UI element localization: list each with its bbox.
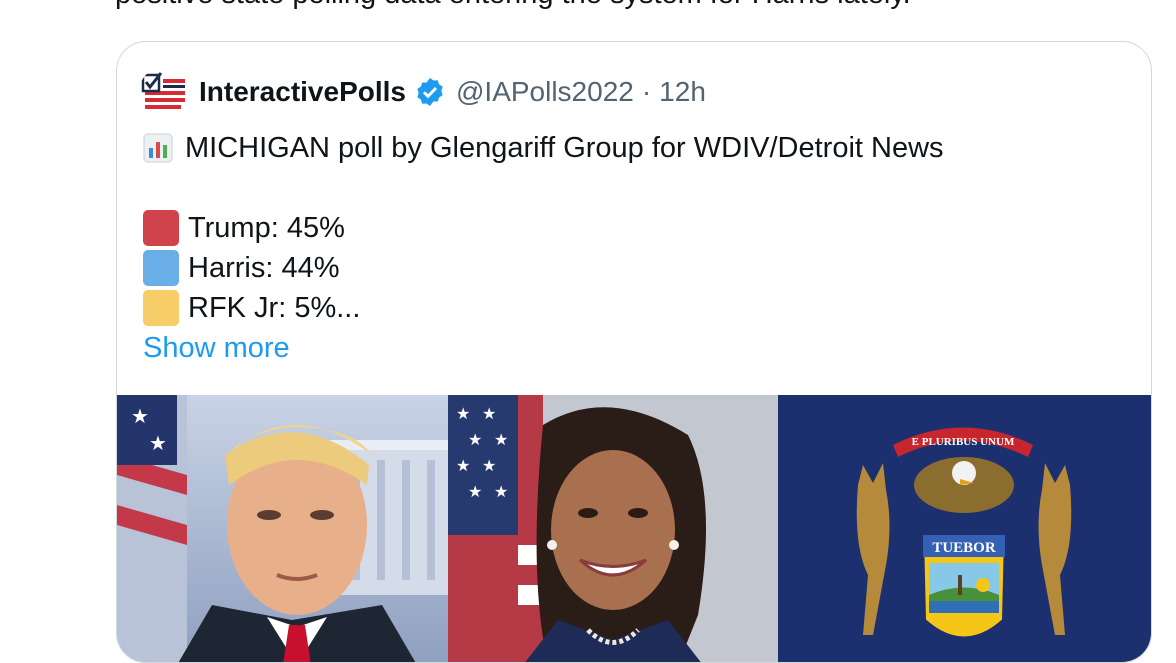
avatar[interactable] bbox=[139, 67, 189, 117]
red-square-icon bbox=[143, 210, 179, 246]
flag-motto: E PLURIBUS UNUM bbox=[912, 436, 1015, 448]
svg-text:★: ★ bbox=[482, 406, 496, 423]
svg-text:★: ★ bbox=[149, 433, 167, 455]
quoted-tweet-body: MICHIGAN poll by Glengariff Group for WD… bbox=[143, 128, 944, 368]
svg-text:★: ★ bbox=[494, 484, 508, 501]
svg-text:★: ★ bbox=[131, 406, 149, 428]
flag-shield-text: TUEBOR bbox=[932, 540, 996, 556]
harris-photo: ★ ★ ★ ★ ★ ★ ★ ★ bbox=[448, 395, 778, 662]
show-more-link[interactable]: Show more bbox=[143, 328, 290, 368]
trump-photo: ★ ★ bbox=[117, 395, 448, 662]
svg-text:★: ★ bbox=[494, 432, 508, 449]
separator-dot: · bbox=[641, 76, 652, 107]
svg-text:★: ★ bbox=[482, 458, 496, 475]
yellow-square-icon bbox=[143, 290, 179, 326]
verified-badge-icon bbox=[414, 76, 446, 108]
poll-headline: MICHIGAN poll by Glengariff Group for WD… bbox=[185, 132, 944, 164]
blue-square-icon bbox=[143, 250, 179, 286]
result-trump: Trump: 45% bbox=[188, 212, 345, 244]
svg-text:★: ★ bbox=[456, 458, 470, 475]
timestamp[interactable]: 12h bbox=[659, 76, 706, 108]
result-rfk: RFK Jr: 5%... bbox=[188, 292, 361, 324]
svg-text:★: ★ bbox=[468, 432, 482, 449]
display-name[interactable]: InteractivePolls bbox=[199, 76, 406, 108]
result-harris: Harris: 44% bbox=[188, 252, 340, 284]
bar-chart-icon bbox=[143, 133, 173, 163]
quoted-tweet-header: InteractivePolls @IAPolls2022 · 12h bbox=[139, 67, 706, 117]
media-image[interactable]: ★ ★ ★ ★ ★ ★ ★ ★ ★ ★ E PLURIBUS UNUM TUEB… bbox=[117, 395, 1151, 662]
handle[interactable]: @IAPolls2022 bbox=[456, 76, 634, 108]
svg-text:★: ★ bbox=[456, 406, 470, 423]
tweet-text-line: positive state polling data entering the… bbox=[115, 0, 911, 11]
svg-text:★: ★ bbox=[468, 484, 482, 501]
michigan-flag: E PLURIBUS UNUM TUEBOR bbox=[778, 395, 1151, 662]
quoted-tweet-card[interactable]: InteractivePolls @IAPolls2022 · 12h MICH… bbox=[116, 41, 1152, 663]
